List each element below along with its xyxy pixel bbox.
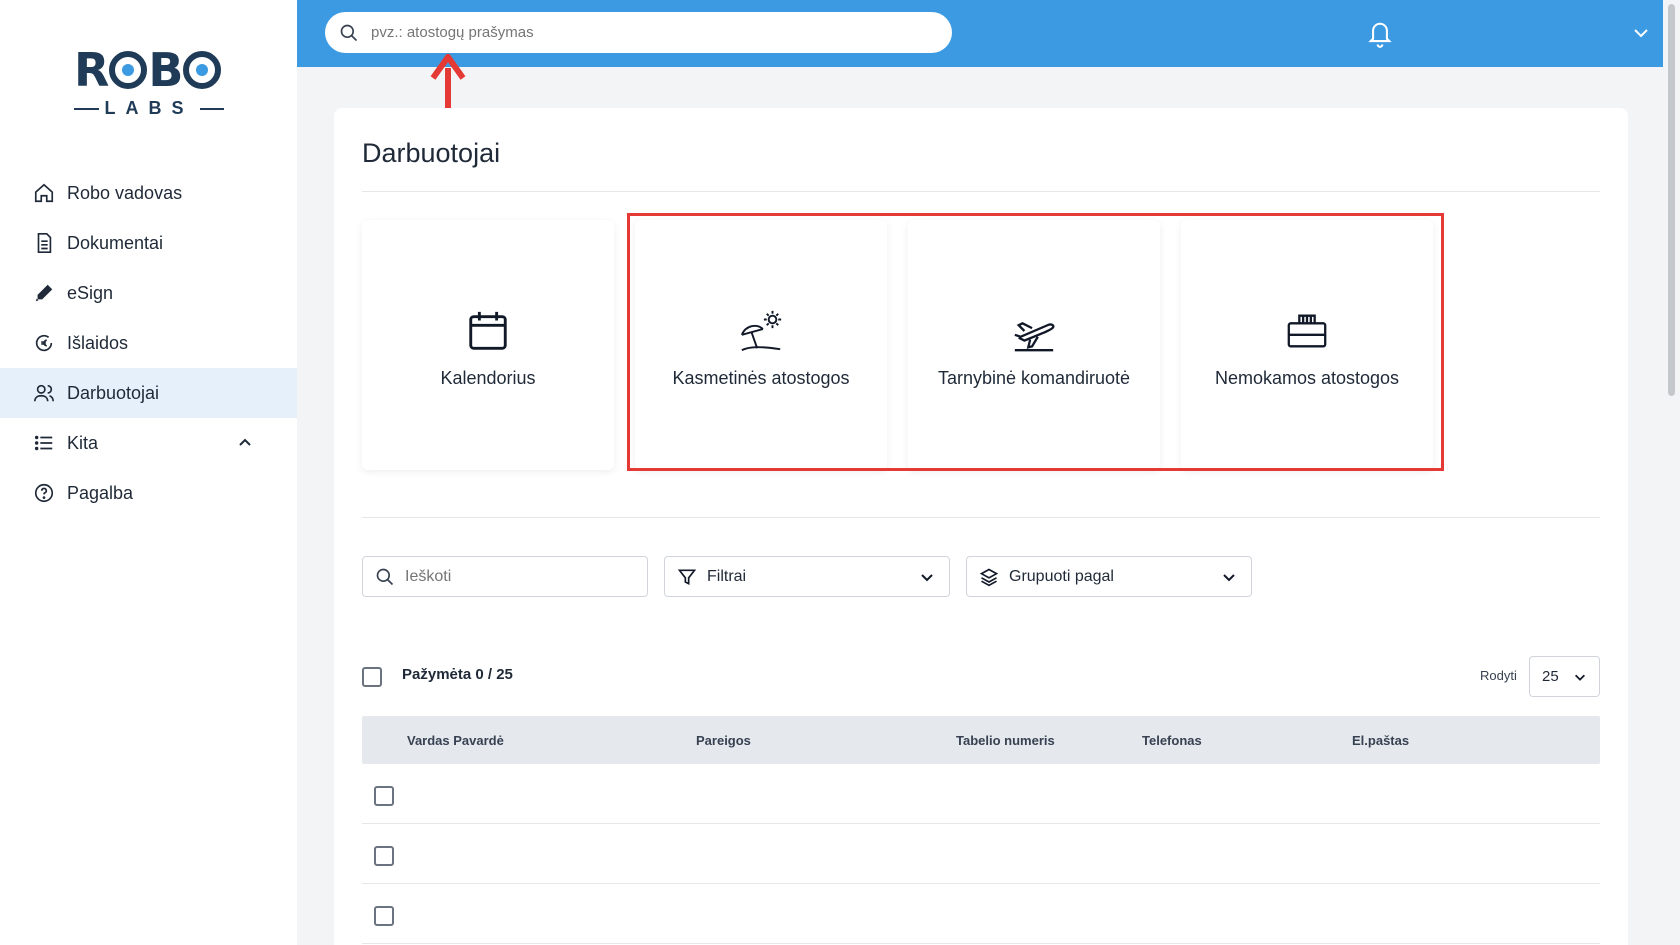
sidebar-item-dokumentai[interactable]: Dokumentai [0, 218, 297, 268]
group-by-label: Grupuoti pagal [1009, 567, 1114, 585]
show-label: Rodyti [1480, 668, 1517, 683]
scroll-thumb[interactable] [1668, 4, 1675, 396]
employee-search[interactable] [362, 556, 648, 597]
sidebar-item-esign[interactable]: eSign [0, 268, 297, 318]
logo-word: RB [74, 43, 224, 97]
bell-icon[interactable] [1366, 18, 1394, 48]
card-kalendorius[interactable]: Kalendorius [362, 220, 614, 470]
page-title: Darbuotojai [362, 138, 501, 168]
calendar-icon [469, 311, 507, 350]
sidebar-item-kita[interactable]: Kita [0, 418, 297, 468]
pen-icon [35, 284, 53, 302]
chevron-down-icon[interactable] [1633, 26, 1649, 40]
employee-search-input[interactable] [405, 567, 625, 586]
help-icon [34, 483, 54, 503]
sidebar-item-label: Robo vadovas [67, 182, 183, 203]
sidebar-item-label: Dokumentai [67, 232, 164, 253]
table-row[interactable] [362, 764, 1600, 824]
sidebar-item-label: Darbuotojai [67, 382, 160, 403]
card-nemokamos-atostogos[interactable]: Nemokamos atostogos [1181, 220, 1433, 470]
table-row[interactable] [362, 824, 1600, 884]
search-icon [340, 24, 358, 41]
sidebar-item-label: Pagalba [67, 482, 134, 503]
card-label: Nemokamos atostogos [1214, 368, 1400, 388]
chevron-down-icon [921, 573, 933, 581]
column-header[interactable]: Vardas Pavardė [407, 733, 504, 748]
scrollbar[interactable] [1663, 0, 1680, 945]
beach-icon [740, 310, 782, 352]
group-by-dropdown[interactable]: Grupuoti pagal [966, 556, 1252, 597]
sidebar: RB LABS Robo vadovas Dokumentai eSign Iš… [0, 0, 297, 945]
row-checkbox[interactable] [374, 786, 394, 806]
divider [362, 191, 1600, 192]
column-header[interactable]: Telefonas [1142, 733, 1202, 748]
sidebar-item-label: Kita [67, 432, 99, 453]
sidebar-item-robo-vadovas[interactable]: Robo vadovas [0, 168, 297, 218]
row-checkbox[interactable] [374, 846, 394, 866]
layers-icon [979, 568, 999, 586]
divider [362, 517, 1600, 518]
briefcase-icon [1287, 314, 1327, 348]
chevron-up-icon[interactable] [237, 435, 253, 451]
filter-label: Filtrai [707, 567, 747, 585]
filter-icon [677, 569, 697, 585]
airplane-icon [1014, 322, 1055, 352]
card-label: Kasmetinės atostogos [672, 368, 850, 388]
robo-labs-logo[interactable]: RB LABS [74, 43, 224, 120]
sidebar-nav: Robo vadovas Dokumentai eSign Išlaidos D… [0, 168, 297, 518]
column-header[interactable]: El.paštas [1352, 733, 1409, 748]
sidebar-item-darbuotojai[interactable]: Darbuotojai [0, 368, 297, 418]
column-header[interactable]: Tabelio numeris [956, 733, 1055, 748]
main-panel: Darbuotojai Kalendorius Kasmetinės atost… [334, 108, 1628, 945]
chevron-down-icon [1223, 573, 1235, 581]
card-tarnybine-komandiruote[interactable]: Tarnybinė komandiruotė [908, 220, 1160, 470]
euro-icon [35, 334, 53, 352]
chevron-down-icon [1575, 674, 1585, 681]
page-size-select[interactable]: 25 [1529, 656, 1600, 697]
table-header: Vardas Pavardė Pareigos Tabelio numeris … [362, 716, 1600, 764]
column-header[interactable]: Pareigos [696, 733, 751, 748]
card-label: Tarnybinė komandiruotė [937, 368, 1131, 388]
sidebar-item-pagalba[interactable]: Pagalba [0, 468, 297, 518]
page-size-value: 25 [1542, 668, 1559, 685]
selected-count: Pažymėta 0 / 25 [402, 666, 513, 683]
home-icon [34, 183, 54, 203]
document-icon [37, 233, 52, 253]
card-label: Kalendorius [440, 368, 536, 388]
table-row[interactable] [362, 884, 1600, 944]
global-search[interactable] [325, 12, 952, 53]
sidebar-item-label: eSign [67, 282, 114, 303]
search-icon [376, 568, 394, 585]
filter-dropdown[interactable]: Filtrai [664, 556, 950, 597]
logo-sub: LABS [104, 98, 194, 118]
top-bar [297, 0, 1663, 67]
sidebar-item-label: Išlaidos [67, 332, 129, 353]
card-kasmetines-atostogos[interactable]: Kasmetinės atostogos [635, 220, 887, 470]
list-icon [34, 435, 53, 451]
row-checkbox[interactable] [374, 906, 394, 926]
global-search-input[interactable] [371, 24, 931, 41]
users-icon [34, 384, 54, 402]
select-all-checkbox[interactable] [362, 667, 382, 687]
sidebar-item-islaidos[interactable]: Išlaidos [0, 318, 297, 368]
